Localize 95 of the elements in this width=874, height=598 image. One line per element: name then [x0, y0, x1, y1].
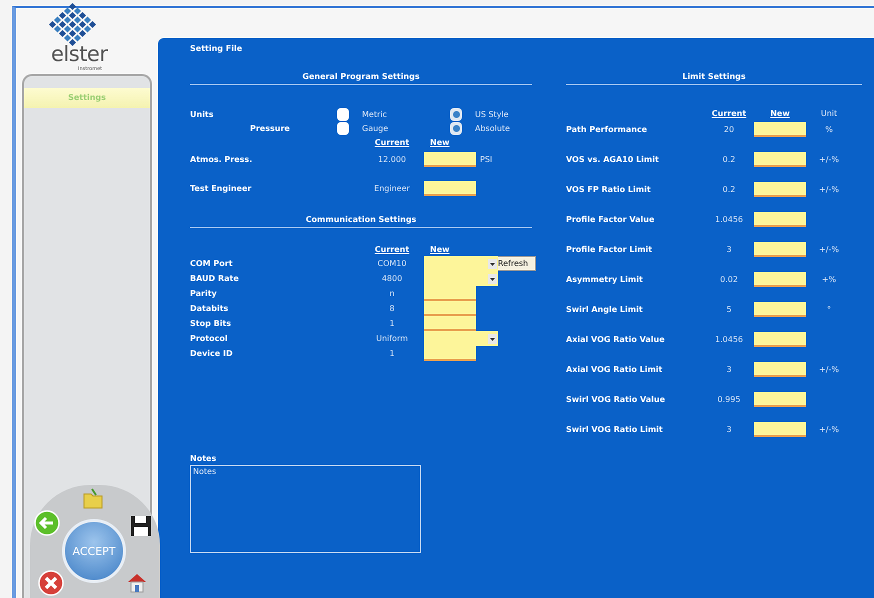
logo-text: elster [51, 42, 108, 66]
current-value: 1 [388, 319, 396, 328]
radio-label: Metric [362, 110, 388, 118]
field-label: Swirl VOG Ratio Limit [566, 424, 664, 434]
current-value: 5 [725, 304, 733, 314]
field-label: Swirl VOG Ratio Value [566, 394, 666, 404]
current-value: 3 [725, 424, 733, 434]
field-label: Protocol [190, 334, 229, 343]
input-field[interactable] [754, 122, 806, 136]
input-field[interactable] [754, 152, 806, 166]
column-header: Unit [820, 108, 838, 118]
input-field[interactable] [424, 316, 476, 331]
radio-button[interactable] [450, 122, 462, 134]
field-label: Databits [190, 304, 230, 313]
field-label: Profile Factor Limit [566, 244, 654, 254]
section-heading: General Program Settings [190, 70, 532, 85]
field-label: Swirl Angle Limit [566, 304, 644, 314]
unit-label: +/-% [818, 244, 840, 254]
input-field[interactable] [754, 242, 806, 256]
field-label: Asymmetry Limit [566, 274, 644, 284]
radio-button[interactable] [337, 122, 349, 134]
field-label: VOS vs. AGA10 Limit [566, 154, 660, 164]
column-header: Current [374, 244, 410, 254]
radio-label: Gauge [362, 124, 390, 132]
field-label: Test Engineer [190, 184, 252, 192]
field-label: COM Port [190, 259, 234, 268]
input-field[interactable] [754, 362, 806, 376]
current-value: 4800 [380, 274, 404, 283]
current-value: 1 [388, 349, 396, 358]
input-field[interactable] [754, 302, 806, 316]
column-header: New [429, 138, 451, 146]
dropdown-field[interactable] [424, 331, 498, 346]
field-label: Stop Bits [190, 319, 232, 328]
close-icon[interactable] [38, 570, 64, 596]
input-field[interactable] [754, 392, 806, 406]
unit-label: % [824, 124, 834, 134]
unit-label: PSI [479, 154, 492, 164]
current-value: 3 [725, 364, 733, 374]
current-value: 1.0456 [714, 214, 744, 224]
field-label: Atmos. Press. [190, 154, 254, 164]
unit-label: +/-% [818, 424, 840, 434]
input-field[interactable] [424, 346, 476, 361]
input-field[interactable] [754, 422, 806, 436]
current-value: 0.2 [722, 154, 736, 164]
unit-label: +/-% [818, 154, 840, 164]
current-value: 0.2 [722, 184, 736, 194]
current-value: 0.995 [716, 394, 742, 404]
field-label: Axial VOG Ratio Value [566, 334, 666, 344]
input-field[interactable] [424, 152, 476, 166]
current-value: Uniform [375, 334, 409, 343]
field-label: Device ID [190, 349, 234, 358]
option-label: Pressure [249, 124, 291, 132]
current-value: Engineer [373, 184, 411, 192]
section-heading: Communication Settings [190, 213, 532, 228]
notes-field[interactable]: Notes [190, 465, 421, 553]
current-value: n [388, 289, 396, 298]
input-field[interactable] [754, 212, 806, 226]
unit-label: +/-% [818, 184, 840, 194]
field-label: Parity [190, 289, 218, 298]
unit-label: +/-% [818, 364, 840, 374]
field-label: VOS FP Ratio Limit [566, 184, 652, 194]
page-title: Setting File [190, 43, 244, 55]
column-header: Current [710, 108, 748, 118]
radio-button[interactable] [337, 108, 349, 120]
input-field[interactable] [754, 272, 806, 286]
current-value: 20 [722, 124, 736, 134]
input-field[interactable] [424, 301, 476, 316]
column-header: New [769, 108, 791, 118]
field-label: Axial VOG Ratio Limit [566, 364, 664, 374]
radio-label: Absolute [475, 124, 511, 132]
field-label: Path Performance [566, 124, 648, 134]
current-value: 0.02 [719, 274, 739, 284]
current-value: 1.0456 [714, 334, 744, 344]
unit-label: ° [826, 304, 832, 314]
dropdown-field[interactable] [424, 256, 498, 271]
current-value: 8 [388, 304, 396, 313]
input-field[interactable] [424, 286, 476, 301]
column-header: New [429, 244, 451, 254]
save-icon[interactable] [128, 513, 154, 539]
section-heading: Limit Settings [566, 70, 862, 85]
unit-label: +% [820, 274, 838, 284]
radio-label: US Style [475, 110, 510, 118]
current-value: 12.000 [377, 154, 407, 164]
notes-label: Notes [190, 453, 218, 465]
current-value: COM10 [376, 259, 408, 268]
input-field[interactable] [754, 182, 806, 196]
radio-button[interactable] [450, 108, 462, 120]
current-value: 3 [725, 244, 733, 254]
input-field[interactable] [754, 332, 806, 346]
column-header: Current [374, 138, 410, 146]
input-field[interactable] [424, 180, 476, 196]
logo-icon [46, 0, 98, 46]
field-label: Profile Factor Value [566, 214, 656, 224]
field-label: BAUD Rate [190, 274, 240, 283]
option-label: Units [190, 110, 215, 118]
